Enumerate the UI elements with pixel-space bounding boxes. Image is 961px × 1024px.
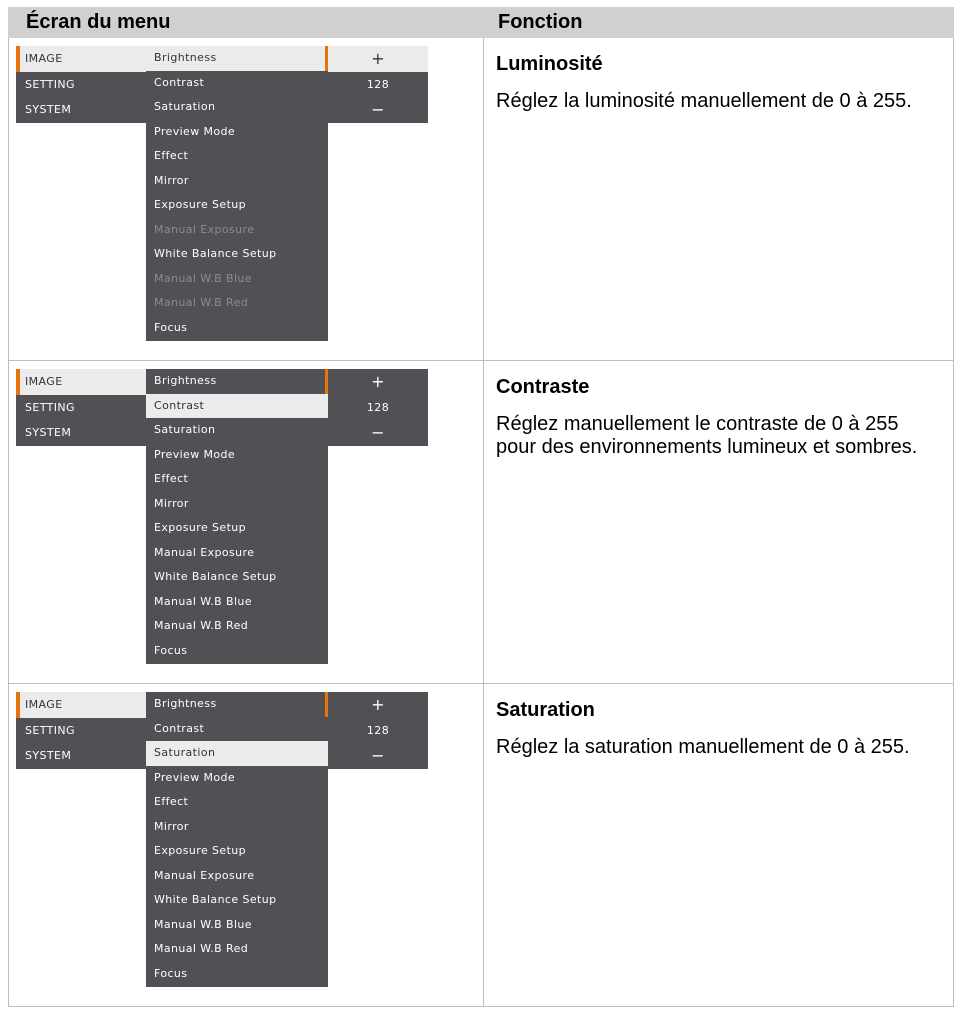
osd-menu: IMAGE SETTING SYSTEM Brightness Contrast… <box>16 46 428 341</box>
menu-item-contrast[interactable]: Contrast <box>146 717 328 742</box>
menu-item-focus[interactable]: Focus <box>146 316 328 341</box>
osd-menu: IMAGE SETTING SYSTEM Brightness Contrast… <box>16 369 428 664</box>
value-readout: 128 <box>366 400 390 414</box>
value-column: + 128 − <box>328 692 428 769</box>
menu-item-white-balance-setup[interactable]: White Balance Setup <box>146 242 328 267</box>
category-system[interactable]: SYSTEM <box>16 743 146 769</box>
menu-item-preview-mode[interactable]: Preview Mode <box>146 766 328 791</box>
menu-item-mirror[interactable]: Mirror <box>146 815 328 840</box>
category-system[interactable]: SYSTEM <box>16 420 146 446</box>
menu-item-mirror[interactable]: Mirror <box>146 169 328 194</box>
menu-item-manual-exposure: Manual Exposure <box>154 222 255 236</box>
function-title: Saturation <box>496 699 595 721</box>
category-setting[interactable]: SETTING <box>16 72 146 98</box>
menu-item-brightness[interactable]: Brightness <box>146 46 328 71</box>
menu-item-manual-exposure[interactable]: Manual Exposure <box>146 541 328 566</box>
category-column: IMAGE SETTING SYSTEM <box>16 369 146 446</box>
value-column: + 128 − <box>328 46 428 123</box>
menu-item-saturation[interactable]: Saturation <box>146 741 328 766</box>
table-row: IMAGE SETTING SYSTEM Brightness Contrast… <box>8 361 954 684</box>
menu-item-preview-mode[interactable]: Preview Mode <box>146 120 328 145</box>
decrease-button[interactable]: − <box>328 420 428 446</box>
menu-item-saturation[interactable]: Saturation <box>146 418 328 443</box>
menu-item-focus[interactable]: Focus <box>146 962 328 987</box>
menu-item-white-balance-setup[interactable]: White Balance Setup <box>146 888 328 913</box>
menu-item-brightness[interactable]: Brightness <box>146 692 328 717</box>
menu-item-manual-wb-blue: Manual W.B Blue <box>154 271 252 285</box>
increase-button[interactable]: + <box>328 369 428 395</box>
header-function: Fonction <box>498 11 583 33</box>
menu-item-effect[interactable]: Effect <box>146 467 328 492</box>
value-readout: 128 <box>366 723 390 737</box>
menu-item-contrast[interactable]: Contrast <box>146 393 328 418</box>
table-row: IMAGE SETTING SYSTEM Brightness Contrast… <box>8 38 954 361</box>
menu-item-mirror[interactable]: Mirror <box>146 492 328 517</box>
menu-item-effect[interactable]: Effect <box>146 144 328 169</box>
item-column: Brightness Contrast Saturation Preview M… <box>146 692 328 987</box>
category-image[interactable]: IMAGE <box>16 46 146 72</box>
category-column: IMAGE SETTING SYSTEM <box>16 46 146 123</box>
menu-item-manual-wb-red[interactable]: Manual W.B Red <box>146 937 328 962</box>
menu-item-manual-wb-red[interactable]: Manual W.B Red <box>146 614 328 639</box>
header-menu-screen: Écran du menu <box>26 11 171 33</box>
decrease-button[interactable]: − <box>328 97 428 123</box>
category-image[interactable]: IMAGE <box>16 369 146 395</box>
increase-button[interactable]: + <box>328 46 428 72</box>
function-cell: Contraste Réglez manuellement le contras… <box>483 361 954 684</box>
menu-screenshot: IMAGE SETTING SYSTEM Brightness Contrast… <box>8 684 483 1007</box>
menu-item-focus[interactable]: Focus <box>146 639 328 664</box>
menu-item-effect[interactable]: Effect <box>146 790 328 815</box>
category-system[interactable]: SYSTEM <box>16 97 146 123</box>
menu-item-exposure-setup[interactable]: Exposure Setup <box>146 516 328 541</box>
menu-item-brightness[interactable]: Brightness <box>146 369 328 394</box>
menu-item-exposure-setup[interactable]: Exposure Setup <box>146 193 328 218</box>
category-image[interactable]: IMAGE <box>16 692 146 718</box>
function-title: Contraste <box>496 376 590 398</box>
menu-item-manual-wb-blue[interactable]: Manual W.B Blue <box>146 590 328 615</box>
function-description: Réglez manuellement le contraste de 0 à … <box>496 413 918 458</box>
increase-button[interactable]: + <box>328 692 428 718</box>
value-readout: 128 <box>366 77 390 91</box>
menu-item-saturation[interactable]: Saturation <box>146 95 328 120</box>
category-setting[interactable]: SETTING <box>16 395 146 421</box>
category-setting[interactable]: SETTING <box>16 718 146 744</box>
item-column: Brightness Contrast Saturation Preview M… <box>146 369 328 664</box>
category-column: IMAGE SETTING SYSTEM <box>16 692 146 769</box>
menu-screenshot: IMAGE SETTING SYSTEM Brightness Contrast… <box>8 361 483 684</box>
menu-item-preview-mode[interactable]: Preview Mode <box>146 443 328 468</box>
menu-item-exposure-setup[interactable]: Exposure Setup <box>146 839 328 864</box>
value-column: + 128 − <box>328 369 428 446</box>
menu-item-manual-wb-red: Manual W.B Red <box>154 296 249 309</box>
decrease-button[interactable]: − <box>328 743 428 769</box>
function-description: Réglez la saturation manuellement de 0 à… <box>496 736 910 758</box>
function-title: Luminosité <box>496 53 603 75</box>
function-cell: Saturation Réglez la saturation manuelle… <box>483 684 954 1007</box>
function-table: Écran du menu Fonction IMAGE SETTING SYS… <box>8 7 954 1007</box>
table-header: Écran du menu Fonction <box>8 7 954 38</box>
menu-item-manual-wb-blue[interactable]: Manual W.B Blue <box>146 913 328 938</box>
menu-item-white-balance-setup[interactable]: White Balance Setup <box>146 565 328 590</box>
function-description: Réglez la luminosité manuellement de 0 à… <box>496 90 912 112</box>
menu-item-contrast[interactable]: Contrast <box>146 71 328 96</box>
table-row: IMAGE SETTING SYSTEM Brightness Contrast… <box>8 684 954 1007</box>
function-cell: Luminosité Réglez la luminosité manuelle… <box>483 38 954 361</box>
item-column: Brightness Contrast Saturation Preview M… <box>146 46 328 341</box>
menu-screenshot: IMAGE SETTING SYSTEM Brightness Contrast… <box>8 38 483 361</box>
osd-menu: IMAGE SETTING SYSTEM Brightness Contrast… <box>16 692 428 987</box>
menu-item-manual-exposure[interactable]: Manual Exposure <box>146 864 328 889</box>
